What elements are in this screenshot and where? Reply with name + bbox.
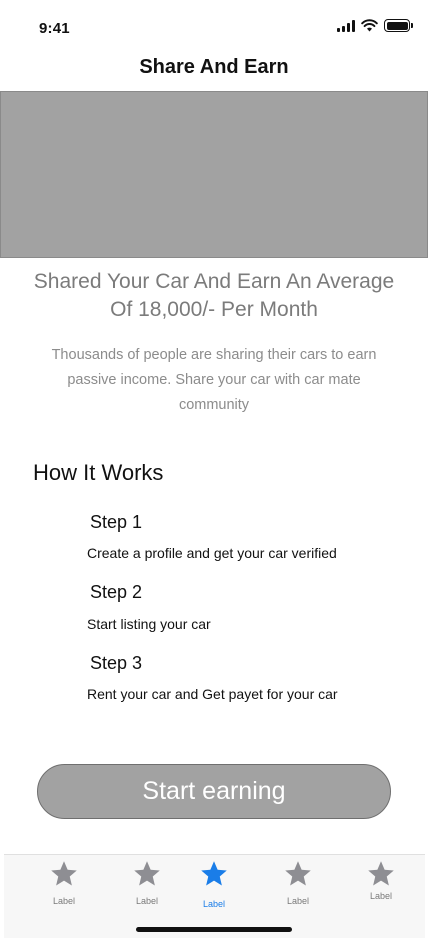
star-icon	[51, 861, 77, 886]
status-bar: 9:41	[0, 0, 428, 50]
star-icon	[201, 861, 227, 886]
status-time: 9:41	[39, 20, 70, 37]
wifi-icon	[361, 19, 378, 32]
star-icon	[285, 861, 311, 886]
tab-item-3-active[interactable]: Label	[184, 859, 244, 909]
star-icon	[368, 861, 394, 886]
tab-label: Label	[286, 896, 310, 906]
step-1-title: Step 1	[90, 512, 143, 532]
tab-item-5[interactable]: Label	[351, 859, 411, 901]
battery-icon	[384, 19, 413, 32]
step-3-title: Step 3	[90, 653, 143, 673]
step-3-description: Rent your car and Get payet for your car	[87, 686, 338, 702]
tab-item-2[interactable]: Label	[117, 859, 177, 906]
status-icons	[337, 19, 413, 32]
tab-label: Label	[135, 896, 159, 906]
step-2-description: Start listing your car	[87, 616, 211, 632]
hero-image-placeholder	[0, 91, 428, 258]
hero-headline: Shared Your Car And Earn An Average Of 1…	[33, 270, 395, 321]
cellular-signal-icon	[337, 19, 355, 32]
star-icon	[134, 861, 160, 886]
page-title: Share And Earn	[139, 56, 289, 78]
step-2-title: Step 2	[90, 582, 143, 602]
tab-label: Label	[52, 896, 76, 906]
tab-label: Label	[369, 891, 393, 901]
tab-item-4[interactable]: Label	[268, 859, 328, 906]
tab-label: Label	[202, 899, 226, 909]
start-earning-button[interactable]: Start earning	[37, 764, 391, 819]
hero-subtext: Thousands of people are sharing their ca…	[51, 347, 377, 413]
how-it-works-title: How It Works	[33, 460, 164, 485]
home-indicator	[136, 927, 292, 932]
tab-bar: Label Label Label Label Label	[4, 854, 425, 938]
step-1-description: Create a profile and get your car verifi…	[87, 545, 337, 561]
tab-item-1[interactable]: Label	[34, 859, 94, 906]
